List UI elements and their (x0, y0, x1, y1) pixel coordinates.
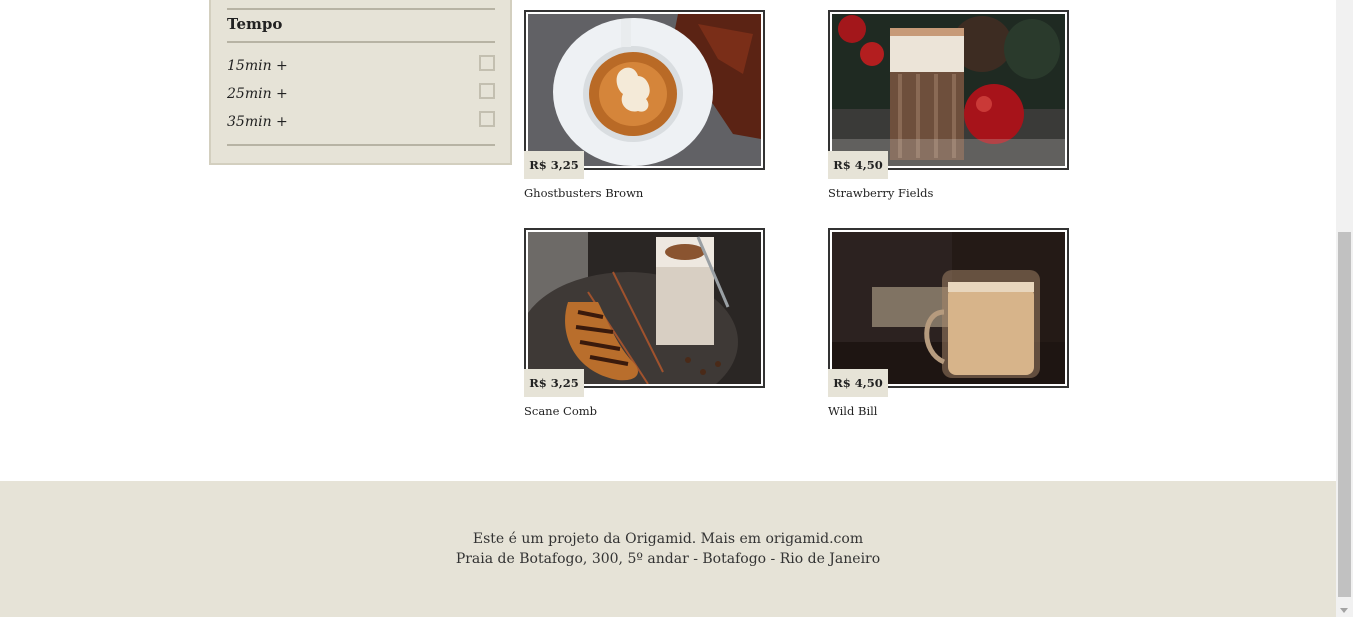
product-name[interactable]: Wild Bill (828, 404, 877, 418)
filter-option-25min[interactable]: 25min + (227, 83, 495, 106)
footer: Este é um projeto da Origamid. Mais em o… (0, 481, 1336, 617)
divider (227, 8, 495, 10)
checkbox[interactable] (479, 83, 495, 99)
product-image-frame[interactable] (828, 10, 1069, 170)
filter-panel: Tempo 15min + 25min + 35min + (209, 0, 512, 165)
checkbox[interactable] (479, 55, 495, 71)
filter-option-label: 15min + (227, 58, 288, 74)
product-photo-glass-latte[interactable] (832, 232, 1065, 384)
filter-option-label: 35min + (227, 114, 288, 130)
vertical-scrollbar[interactable] (1336, 0, 1353, 617)
price-tag: R$ 4,50 (828, 369, 888, 397)
price-tag: R$ 3,25 (524, 369, 584, 397)
footer-credit: Este é um projeto da Origamid. Mais em o… (472, 531, 864, 547)
filter-option-label: 25min + (227, 86, 288, 102)
product-name[interactable]: Ghostbusters Brown (524, 186, 643, 200)
filter-option-35min[interactable]: 35min + (227, 111, 495, 134)
footer-address: Praia de Botafogo, 300, 5º andar - Botaf… (455, 551, 881, 567)
product-image-frame[interactable] (524, 10, 765, 170)
filter-option-15min[interactable]: 15min + (227, 55, 495, 78)
product-image-frame[interactable] (524, 228, 765, 388)
divider (227, 41, 495, 43)
scrollbar-thumb[interactable] (1338, 232, 1351, 597)
price-tag: R$ 4,50 (828, 151, 888, 179)
product-photo-chocolate-drink[interactable] (832, 14, 1065, 166)
scroll-down-arrow-icon[interactable] (1340, 608, 1348, 613)
product-photo-croissant[interactable] (528, 232, 761, 384)
filter-title: Tempo (227, 15, 283, 33)
checkbox[interactable] (479, 111, 495, 127)
product-photo-latte-art[interactable] (528, 14, 761, 166)
product-image-frame[interactable] (828, 228, 1069, 388)
product-name[interactable]: Scane Comb (524, 404, 597, 418)
product-name[interactable]: Strawberry Fields (828, 186, 933, 200)
price-tag: R$ 3,25 (524, 151, 584, 179)
divider (227, 144, 495, 146)
